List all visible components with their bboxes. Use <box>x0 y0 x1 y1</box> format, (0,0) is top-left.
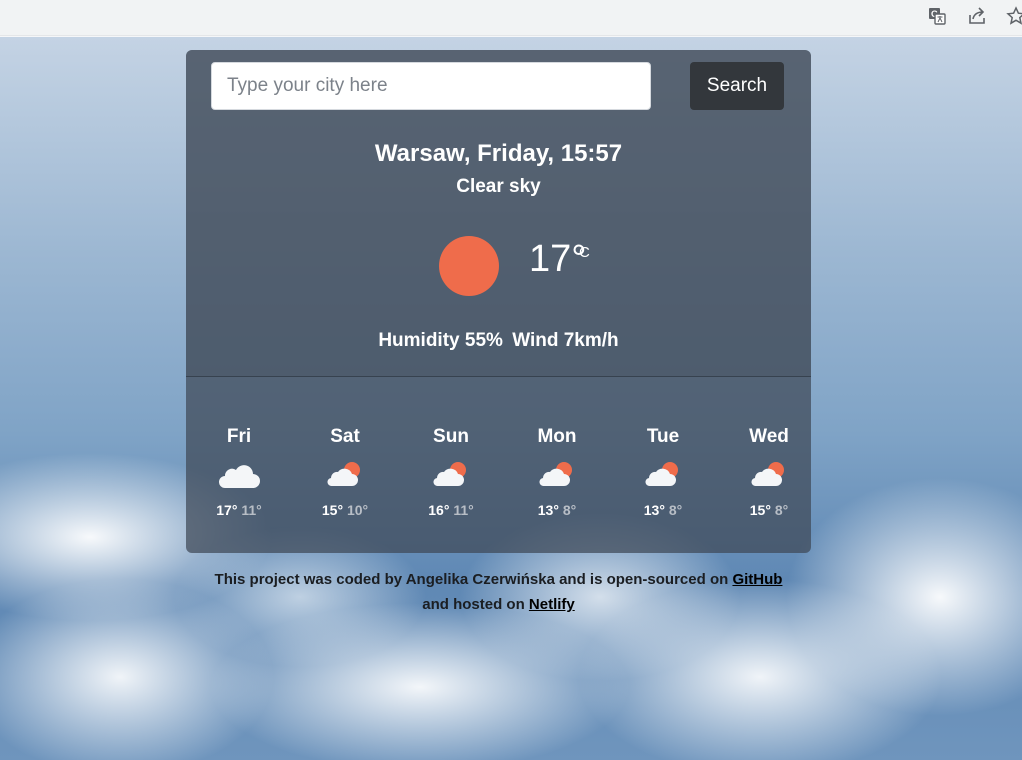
forecast-max-temp: 13° <box>537 502 559 518</box>
forecast-temps: 15° 10° <box>292 502 398 518</box>
search-button[interactable]: Search <box>690 62 784 110</box>
forecast-day-name: Sat <box>330 426 360 447</box>
forecast-day-name: Mon <box>537 426 577 447</box>
forecast-temps: 15° 8° <box>716 502 811 518</box>
forecast-min-temp: 8° <box>668 502 683 518</box>
weather-card: Search Warsaw, Friday, 15:57 Clear sky 1… <box>186 50 811 553</box>
cloud-icon <box>219 465 260 488</box>
current-weather-panel: Search Warsaw, Friday, 15:57 Clear sky 1… <box>186 50 811 377</box>
sun-icon <box>439 236 499 296</box>
footer-credits: This project was coded by Angelika Czerw… <box>186 567 811 617</box>
bookmark-star-icon[interactable] <box>1004 4 1022 28</box>
forecast-day: Tue 13° 8° <box>610 426 716 518</box>
forecast-max-temp: 13° <box>643 502 665 518</box>
browser-toolbar: G <box>0 0 1022 36</box>
footer-text-hosted: and hosted on <box>422 596 525 613</box>
current-temperature: 17° <box>529 238 587 280</box>
forecast-day: Fri 17° 11° <box>186 426 292 518</box>
city-date-time: Warsaw, Friday, 15:57 <box>374 140 623 167</box>
humidity-value: Humidity 55% <box>378 330 503 351</box>
forecast-day: Sat 15° 10° <box>292 426 398 518</box>
weather-description: Clear sky <box>456 176 541 197</box>
forecast-day: Wed 15° 8° <box>716 426 811 518</box>
partly-cloudy-icon <box>327 462 360 487</box>
forecast-max-temp: 15° <box>321 502 344 518</box>
netlify-link[interactable]: Netlify <box>529 596 575 613</box>
forecast-temps: 13° 8° <box>610 502 716 518</box>
forecast-temps: 13° 8° <box>504 502 610 518</box>
partly-cloudy-icon <box>539 462 572 487</box>
forecast-day-name: Wed <box>749 426 789 447</box>
city-search-input[interactable] <box>211 62 651 110</box>
partly-cloudy-icon <box>751 462 784 487</box>
forecast-min-temp: 8° <box>562 502 577 518</box>
forecast-temps: 17° 11° <box>186 502 292 518</box>
forecast-day-name: Tue <box>646 426 680 447</box>
forecast-min-temp: 11° <box>241 502 262 518</box>
github-link[interactable]: GitHub <box>732 571 782 588</box>
weather-details: Humidity 55% Wind 7km/h <box>186 330 811 352</box>
translate-icon[interactable]: G <box>925 4 949 28</box>
wind-value: Wind 7km/h <box>512 330 619 351</box>
temperature-unit: C <box>579 244 590 261</box>
forecast-max-temp: 16° <box>428 502 450 518</box>
forecast-day-name: Sun <box>433 426 469 447</box>
forecast-min-temp: 11° <box>453 502 474 518</box>
footer-text: This project was coded by Angelika Czerw… <box>214 571 729 588</box>
forecast-max-temp: 15° <box>749 502 771 518</box>
forecast-temps: 16° 11° <box>398 502 504 518</box>
forecast-day: Sun 16° 11° <box>398 426 504 518</box>
forecast-min-temp: 10° <box>346 502 369 518</box>
share-icon[interactable] <box>965 4 989 28</box>
forecast-day-name: Fri <box>226 426 252 447</box>
partly-cloudy-icon <box>433 462 466 487</box>
forecast-max-temp: 17° <box>216 502 238 518</box>
forecast-min-temp: 8° <box>774 502 789 518</box>
forecast-day: Mon 13° 8° <box>504 426 610 518</box>
partly-cloudy-icon <box>645 462 678 487</box>
